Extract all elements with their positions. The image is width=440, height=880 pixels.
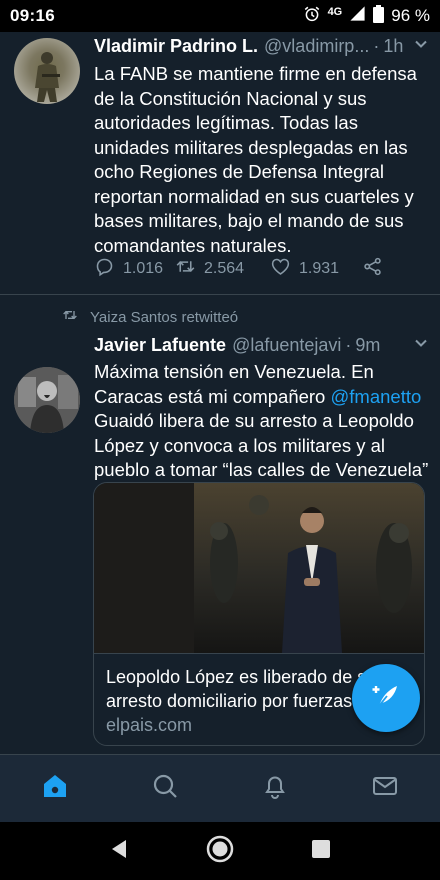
separator-dot: · <box>373 36 380 56</box>
search-icon <box>151 772 179 805</box>
author-handle[interactable]: @vladimirp... <box>264 36 369 57</box>
compose-tweet-button[interactable] <box>352 664 420 732</box>
soldier-photo <box>35 52 60 102</box>
mail-icon <box>371 772 399 805</box>
tab-messages[interactable] <box>330 755 440 822</box>
back-icon[interactable] <box>108 838 130 865</box>
home-circle-icon[interactable] <box>205 834 235 869</box>
battery-percent: 96 % <box>391 6 430 25</box>
status-icons: 4G 96 % <box>303 4 430 28</box>
tweet-time: 1h <box>383 36 404 56</box>
card-domain: elpais.com <box>106 715 193 735</box>
tweet[interactable]: Vladimir Padrino L. @vladimirp... · 1h L… <box>0 32 440 294</box>
status-time: 09:16 <box>10 6 55 25</box>
tweet-text: Máxima tensión en Venezuela. En Caracas … <box>94 360 430 483</box>
author-name[interactable]: Vladimir Padrino L. <box>94 36 258 57</box>
chevron-down-icon[interactable] <box>406 336 428 355</box>
tab-home[interactable] <box>0 755 110 822</box>
share-icon <box>362 256 383 282</box>
alarm-icon <box>303 5 321 28</box>
reply-button[interactable]: 1.016 <box>94 256 175 282</box>
heart-icon <box>270 256 291 282</box>
tweet-actions: 1.016 2.564 1.931 <box>94 256 394 282</box>
tweet-time: 9m <box>355 335 381 355</box>
retweet-icon <box>62 307 78 327</box>
network-label: 4G <box>327 6 343 18</box>
recents-icon[interactable] <box>310 838 332 865</box>
tweet-text: La FANB se mantiene firme en defensa de … <box>94 63 417 256</box>
tab-search[interactable] <box>110 755 220 822</box>
author-handle[interactable]: @lafuentejavi <box>232 335 341 356</box>
avatar[interactable] <box>14 38 80 104</box>
status-bar: 09:16 4G 96 % <box>0 0 440 32</box>
chevron-down-icon[interactable] <box>406 37 428 56</box>
retweet-button[interactable]: 2.564 <box>175 256 270 282</box>
signal-icon <box>349 5 366 27</box>
share-button[interactable] <box>362 256 383 282</box>
separator-dot: · <box>345 335 352 355</box>
tweet-header: Vladimir Padrino L. @vladimirp... · 1h <box>94 36 428 57</box>
like-count: 1.931 <box>299 260 340 277</box>
home-icon <box>41 772 69 805</box>
compose-feather-icon <box>370 680 402 717</box>
person-photo <box>14 367 80 433</box>
like-button[interactable]: 1.931 <box>270 256 362 282</box>
author-name[interactable]: Javier Lafuente <box>94 335 226 356</box>
tweet-text-end: Guaidó libera de su arresto a Leopoldo L… <box>94 410 429 480</box>
mention-link[interactable]: @fmanetto <box>331 386 422 407</box>
tweet-header: Javier Lafuente @lafuentejavi · 9m <box>94 335 428 356</box>
bell-icon <box>261 772 289 805</box>
retweet-count: 2.564 <box>204 260 245 277</box>
system-nav-bar <box>0 822 440 880</box>
bottom-tab-bar <box>0 754 440 822</box>
card-divider <box>94 653 424 654</box>
retweeted-by-label[interactable]: Yaiza Santos retwitteó <box>90 309 238 326</box>
reply-count: 1.016 <box>123 260 164 277</box>
timeline[interactable]: Vladimir Padrino L. @vladimirp... · 1h L… <box>0 32 440 754</box>
reply-icon <box>94 256 115 282</box>
tab-notifications[interactable] <box>220 755 330 822</box>
card-photo <box>194 483 424 653</box>
retweet-icon <box>175 256 196 282</box>
avatar[interactable] <box>14 367 80 433</box>
card-image <box>94 483 424 653</box>
battery-icon <box>373 4 385 28</box>
retweet-context: Yaiza Santos retwitteó <box>62 307 238 327</box>
